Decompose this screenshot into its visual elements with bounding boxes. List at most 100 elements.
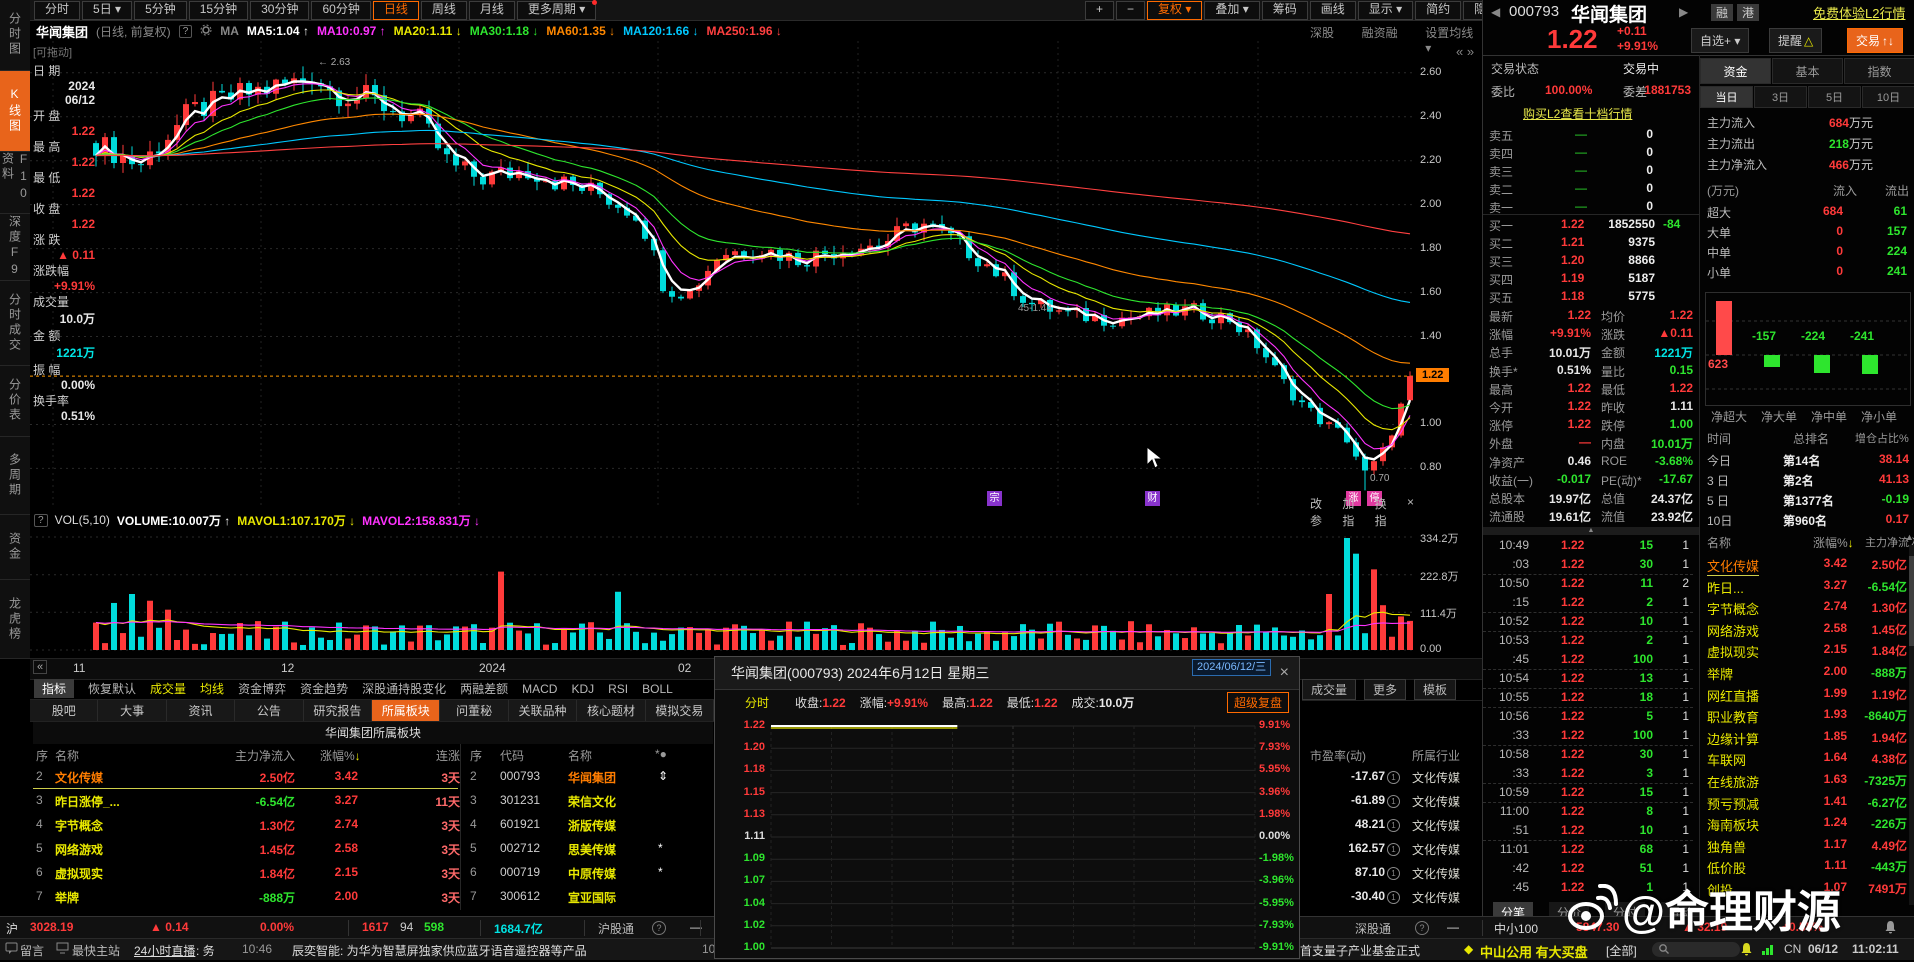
ind-right-更多[interactable]: 更多: [1364, 679, 1406, 700]
rp-sector-name[interactable]: 职业教育: [1707, 707, 1759, 726]
rp-sector-name[interactable]: 字节概念: [1707, 599, 1759, 618]
next-stock-arrow[interactable]: ▶: [1679, 5, 1688, 19]
rp-sector-name[interactable]: 独角兽: [1707, 837, 1746, 856]
content-tab-问董秘[interactable]: 问董秘: [440, 700, 508, 721]
kline-chart[interactable]: ← 2.630.7045-1.44宗财涨停: [30, 41, 1414, 508]
ind-tab-恢复默认[interactable]: 恢复默认: [88, 680, 136, 697]
content-tab-关联品种[interactable]: 关联品种: [509, 700, 577, 721]
rp-sector-name[interactable]: 在线旅游: [1707, 772, 1759, 791]
tool-筹码[interactable]: 筹码: [1262, 1, 1308, 20]
period-月线[interactable]: 月线: [469, 1, 515, 20]
sidebar-tab-资金[interactable]: 资金: [0, 515, 30, 580]
ind-tab-MACD[interactable]: MACD: [522, 682, 557, 696]
volume-chart[interactable]: [30, 531, 1414, 652]
search-box[interactable]: [1652, 942, 1740, 957]
ind-tab-资金博弈[interactable]: 资金博弈: [238, 680, 286, 697]
fund-tab-基本[interactable]: 基本: [1772, 58, 1843, 84]
tool-复权[interactable]: 复权 ▾: [1147, 1, 1202, 20]
sort-down-icon[interactable]: ↓: [355, 749, 361, 763]
day-tab-5日[interactable]: 5日: [1808, 86, 1861, 108]
sidebar-tab-分时成交[interactable]: 分时成交: [0, 281, 30, 366]
gear-icon[interactable]: [200, 24, 212, 39]
l2-trial-link[interactable]: 免费体验L2行情: [1813, 3, 1905, 22]
ohlc-info-panel[interactable]: [可拖动]日 期202406/12开 盘1.22最 高1.22最 低1.22收 …: [33, 44, 95, 423]
host-label[interactable]: 最快主站: [72, 942, 120, 959]
bell-icon[interactable]: [1740, 942, 1753, 959]
close-icon[interactable]: ×: [1280, 657, 1289, 689]
ind-tab-RSI[interactable]: RSI: [608, 682, 628, 696]
rp-sector-name[interactable]: 网络游戏: [1707, 621, 1759, 640]
ind-tab-成交量[interactable]: 成交量: [150, 680, 186, 697]
scroll-up-icon[interactable]: ▲: [1905, 532, 1914, 542]
rp-sector-name[interactable]: 预亏预减: [1707, 794, 1759, 813]
intraday-popup[interactable]: 华闻集团(000793) 2024年6月12日 星期三 × 分时收盘:1.22涨…: [714, 656, 1300, 959]
period-更多周期[interactable]: 更多周期 ▾: [517, 1, 596, 20]
content-tab-公告[interactable]: 公告: [235, 700, 303, 721]
message-label[interactable]: 留言: [20, 942, 44, 959]
button-交易[interactable]: 交易↑↓: [1847, 28, 1903, 53]
fund-tab-指数[interactable]: 指数: [1844, 58, 1914, 84]
tool-+[interactable]: +: [1085, 1, 1114, 20]
sidebar-tab-深度F9[interactable]: 深度F9: [0, 214, 30, 281]
rp-sector-name[interactable]: 低价股: [1707, 858, 1746, 877]
message-icon[interactable]: [5, 942, 18, 957]
scrollbar-thumb[interactable]: [1909, 556, 1914, 646]
tool-叠加[interactable]: 叠加 ▾: [1204, 1, 1259, 20]
popup-tab-fenshi[interactable]: 分时: [745, 694, 769, 711]
sidebar-tab-F10资料[interactable]: F10资料: [0, 152, 30, 215]
content-tab-核心题材[interactable]: 核心题材: [577, 700, 645, 721]
rp-sector-name[interactable]: 举牌: [1707, 664, 1733, 683]
period-30分钟[interactable]: 30分钟: [250, 1, 309, 20]
ind-right-成交量[interactable]: 成交量: [1302, 679, 1356, 700]
fund-tab-资金[interactable]: 资金: [1700, 58, 1771, 84]
help-icon[interactable]: ?: [34, 514, 48, 527]
sidebar-tab-龙虎榜[interactable]: 龙虎榜: [0, 580, 30, 659]
prev-stock-arrow[interactable]: ◀: [1491, 5, 1500, 19]
axis-back-button[interactable]: «: [33, 660, 47, 674]
bell-icon[interactable]: [1884, 920, 1897, 937]
period-15分钟[interactable]: 15分钟: [189, 1, 248, 20]
rp-sector-name[interactable]: 车联网: [1707, 750, 1746, 769]
rp-sector-name[interactable]: 虚拟现实: [1707, 642, 1759, 661]
rp-sector-name[interactable]: 边缘计算: [1707, 729, 1759, 748]
day-tab-当日[interactable]: 当日: [1700, 86, 1753, 108]
tool-画线[interactable]: 画线: [1310, 1, 1356, 20]
sidebar-tab-分时图[interactable]: 分时图: [0, 0, 30, 71]
all-button[interactable]: [全部]: [1606, 942, 1637, 959]
collapse-bar[interactable]: ▲: [1483, 527, 1699, 535]
tool-−[interactable]: −: [1116, 1, 1145, 20]
content-tab-研究报告[interactable]: 研究报告: [304, 700, 372, 721]
ind-tab-两融差额[interactable]: 两融差额: [460, 680, 508, 697]
rp-sector-name[interactable]: 海南板块: [1707, 815, 1759, 834]
content-tab-资讯[interactable]: 资讯: [167, 700, 235, 721]
day-tab-3日[interactable]: 3日: [1754, 86, 1807, 108]
tool-简约[interactable]: 简约: [1415, 1, 1461, 20]
content-tab-所属板块[interactable]: 所属板块: [372, 700, 440, 721]
ind-tab-资金趋势[interactable]: 资金趋势: [300, 680, 348, 697]
super-replay-button[interactable]: 超级复盘: [1227, 692, 1289, 713]
ind-right-模板[interactable]: 模板: [1414, 679, 1456, 700]
rp-sector-name[interactable]: 网红直播: [1707, 686, 1759, 705]
sidebar-tab-分价表[interactable]: 分价表: [0, 366, 30, 437]
sidebar-tab-多周期[interactable]: 多周期: [0, 437, 30, 516]
period-周线[interactable]: 周线: [421, 1, 467, 20]
ind-tab-KDJ[interactable]: KDJ: [571, 682, 594, 696]
content-tab-股吧[interactable]: 股吧: [30, 700, 98, 721]
period-日线[interactable]: 日线: [373, 1, 419, 20]
button-自选+ ▾[interactable]: 自选+ ▾: [1691, 28, 1749, 53]
button-提醒[interactable]: 提醒△: [1769, 28, 1822, 53]
period-分时[interactable]: 分时: [34, 1, 80, 20]
tab-indicator[interactable]: 指标: [34, 679, 74, 698]
period-60分钟[interactable]: 60分钟: [311, 1, 370, 20]
chart-nav-arrows[interactable]: « »: [1456, 44, 1474, 59]
rp-sector-name[interactable]: 文化传媒: [1707, 556, 1759, 576]
day-tab-10日[interactable]: 10日: [1862, 86, 1914, 108]
ind-tab-深股通持股变化[interactable]: 深股通持股变化: [362, 680, 446, 697]
sort-down-icon[interactable]: ↓: [1848, 536, 1854, 550]
popup-intraday-chart[interactable]: 1.221.201.181.151.131.111.091.071.041.02…: [715, 714, 1299, 959]
sidebar-tab-K线图[interactable]: K线图: [0, 71, 30, 152]
ind-tab-均线[interactable]: 均线: [200, 680, 224, 697]
live-label[interactable]: 24小时直播: [134, 942, 195, 959]
content-tab-大事[interactable]: 大事: [98, 700, 166, 721]
l2-buy-link[interactable]: 购买L2查看十档行情: [1523, 105, 1632, 122]
